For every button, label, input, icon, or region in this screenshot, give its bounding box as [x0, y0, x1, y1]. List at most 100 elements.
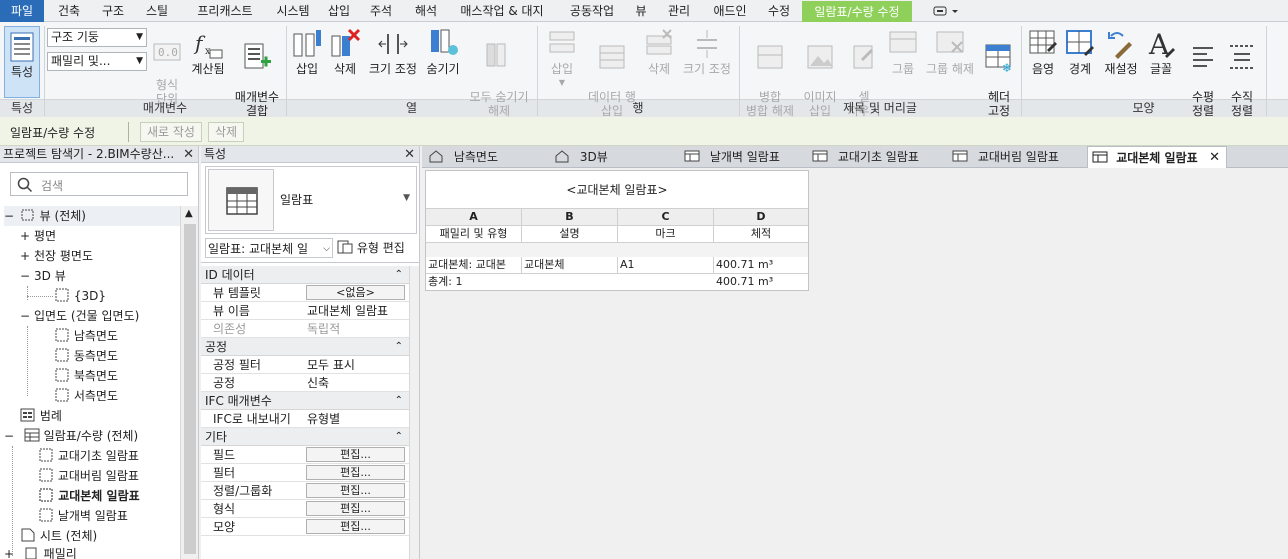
phase-filter-value[interactable]: 모두 표시 — [307, 356, 355, 374]
column-delete-button[interactable]: 삭제 — [326, 28, 364, 96]
tree-item-east-elevation[interactable]: 동측면도 — [54, 346, 118, 366]
tree-item-west-elevation[interactable]: 서측면도 — [54, 386, 118, 406]
tree-item-abutment-lean-schedule[interactable]: 교대버림 일람표 — [38, 466, 139, 486]
type-selector[interactable]: 일람표 ▼ — [205, 166, 417, 234]
tree-item-abutment-body-schedule[interactable]: 교대본체 일람표 — [38, 486, 140, 506]
prop-group-id-data[interactable]: ID 데이터 ⌃ — [201, 266, 409, 284]
instance-selector[interactable]: 일람표: 교대본체 일 ⌵ — [205, 238, 333, 258]
row-resize-button[interactable]: 크기 조정 — [678, 28, 736, 96]
tab-insert[interactable]: 삽입 — [318, 0, 360, 22]
cell-family-type[interactable]: 교대본체: 교대본 — [428, 257, 520, 273]
new-schedule-button[interactable]: 새로 작성 — [140, 122, 202, 142]
column-letter-d[interactable]: D — [714, 209, 808, 225]
calculated-button[interactable]: fx 계산됨 — [188, 28, 228, 96]
align-vertical-button[interactable]: 수직 정렬 — [1222, 28, 1262, 118]
tree-item-sheets[interactable]: 시트 (전체) — [20, 526, 97, 546]
tab-structure[interactable]: 구조 — [92, 0, 134, 22]
delete-schedule-button[interactable]: 삭제 — [208, 122, 245, 142]
tree-expander[interactable]: − — [4, 206, 16, 226]
tree-item-ceiling-plans[interactable]: + 천장 평면도 — [20, 246, 93, 266]
format-unit-button[interactable]: 0.0 형식 단위 — [150, 28, 184, 106]
tree-expander[interactable]: − — [4, 426, 20, 446]
tree-item-3d[interactable]: {3D} — [54, 286, 106, 306]
collapse-icon[interactable]: ⌃ — [395, 338, 403, 356]
ribbon-minimize-icon[interactable] — [930, 4, 962, 18]
ifc-export-value[interactable]: 유형별 — [307, 410, 340, 428]
tab-massing-site[interactable]: 매스작업 & 대지 — [455, 0, 549, 22]
browser-scrollbar[interactable]: ▲ — [180, 206, 198, 559]
parameter-combo[interactable]: 패밀리 및... ▼ — [47, 52, 147, 71]
properties-scrollbar[interactable] — [409, 266, 419, 559]
filter-edit-button[interactable]: 편집... — [306, 465, 405, 480]
tree-item-wingwall-schedule[interactable]: 날개벽 일람표 — [38, 506, 128, 526]
column-insert-button[interactable]: 삽입 — [288, 28, 326, 96]
clear-cell-button[interactable]: 셀 지우기 — [842, 28, 886, 118]
column-letter-c[interactable]: C — [618, 209, 713, 225]
properties-button[interactable]: 특성 — [4, 26, 40, 98]
tree-item-views[interactable]: − 뷰 (전체) — [4, 206, 180, 226]
tree-item-north-elevation[interactable]: 북측면도 — [54, 366, 118, 386]
collapse-icon[interactable]: ⌃ — [395, 266, 403, 284]
tree-expander[interactable]: − — [20, 306, 34, 326]
cell-mark[interactable]: A1 — [620, 257, 712, 273]
column-header-family-type[interactable]: 패밀리 및 유형 — [426, 226, 521, 242]
column-letter-a[interactable]: A — [426, 209, 521, 225]
tree-item-south-elevation[interactable]: 남측면도 — [54, 326, 118, 346]
tab-precast[interactable]: 프리캐스트 — [180, 0, 270, 22]
view-tab-abutment-lean-schedule[interactable]: 교대버림 일람표 — [952, 146, 1086, 168]
column-letter-b[interactable]: B — [522, 209, 617, 225]
phase-value[interactable]: 신축 — [307, 374, 329, 392]
column-hide-button[interactable]: 숨기기 — [422, 28, 464, 96]
view-tab-wingwall-schedule[interactable]: 날개벽 일람표 — [684, 146, 806, 168]
tree-expander[interactable]: − — [20, 266, 34, 286]
cell-total-volume[interactable]: 400.71 m³ — [716, 274, 808, 290]
column-resize-button[interactable]: 크기 조정 — [364, 28, 422, 96]
freeze-header-button[interactable]: ❄ 헤더 고정 — [980, 28, 1018, 118]
scroll-up-icon[interactable]: ▲ — [185, 208, 193, 219]
column-header-description[interactable]: 설명 — [522, 226, 617, 242]
tab-file[interactable]: 파일 — [0, 0, 44, 22]
close-icon[interactable]: ✕ — [183, 146, 194, 163]
appearance-edit-button[interactable]: 편집... — [306, 519, 405, 534]
sorting-edit-button[interactable]: 편집... — [306, 483, 405, 498]
schedule-title[interactable]: <교대본체 일람표> — [426, 179, 808, 201]
row-delete-button[interactable]: 삭제 — [640, 28, 678, 96]
tab-analyze[interactable]: 해석 — [405, 0, 447, 22]
collapse-icon[interactable]: ⌃ — [395, 428, 403, 446]
tree-item-elevations[interactable]: − 입면도 (건물 입면도) — [20, 306, 139, 326]
view-template-button[interactable]: <없음> — [306, 285, 405, 300]
tab-schedule-modify[interactable]: 일람표/수량 수정 — [802, 1, 912, 22]
unhide-all-button[interactable]: 모두 숨기기 해제 — [464, 28, 534, 118]
row-insert-button[interactable]: 삽입 ▼ — [540, 28, 584, 96]
tree-item-3d-views[interactable]: −3D 뷰 — [20, 266, 66, 286]
group-button[interactable]: 그룹 — [886, 28, 920, 96]
font-button[interactable]: A 글꼴 — [1142, 28, 1180, 96]
tab-modify[interactable]: 수정 — [760, 0, 798, 22]
insert-image-button[interactable]: 이미지 삽입 — [800, 28, 840, 118]
tab-collaborate[interactable]: 공동작업 — [560, 0, 624, 22]
schedule-table[interactable]: <교대본체 일람표> A B C D 패밀리 및 유형 설명 마크 체적 교대본… — [425, 170, 809, 291]
tree-expander[interactable]: + — [20, 246, 34, 266]
close-icon[interactable]: ✕ — [404, 146, 415, 163]
ungroup-button[interactable]: 그룹 해제 — [920, 28, 980, 96]
tree-item-abutment-footing-schedule[interactable]: 교대기초 일람표 — [38, 446, 139, 466]
cell-volume[interactable]: 400.71 m³ — [716, 257, 808, 273]
view-tab-abutment-body-schedule[interactable]: 교대본체 일람표 ✕ — [1087, 146, 1227, 168]
view-name-value[interactable]: 교대본체 일람표 — [307, 302, 388, 320]
collapse-icon[interactable]: ⌃ — [395, 392, 403, 410]
cell-description[interactable]: 교대본체 — [524, 257, 616, 273]
tab-architecture[interactable]: 건축 — [47, 0, 91, 22]
data-row-insert-button[interactable]: 데이터 행 삽입 — [584, 28, 640, 118]
scrollbar-thumb[interactable] — [184, 224, 196, 554]
category-combo[interactable]: 구조 기둥 ▼ — [47, 28, 147, 47]
prop-group-phasing[interactable]: 공정 ⌃ — [201, 338, 409, 356]
tab-addins[interactable]: 애드인 — [708, 0, 752, 22]
combine-parameters-button[interactable]: 매개변수 결합 — [231, 28, 283, 118]
align-horizontal-button[interactable]: 수평 정렬 — [1184, 28, 1222, 118]
tree-item-families[interactable]: + 패밀리 — [4, 544, 77, 559]
formatting-edit-button[interactable]: 편집... — [306, 501, 405, 516]
reset-button[interactable]: 재설정 — [1100, 28, 1142, 96]
tab-annotate[interactable]: 주석 — [360, 0, 402, 22]
merge-unmerge-button[interactable]: 병합 병합 해제 — [742, 28, 798, 118]
view-tab-abutment-footing-schedule[interactable]: 교대기초 일람표 — [812, 146, 946, 168]
